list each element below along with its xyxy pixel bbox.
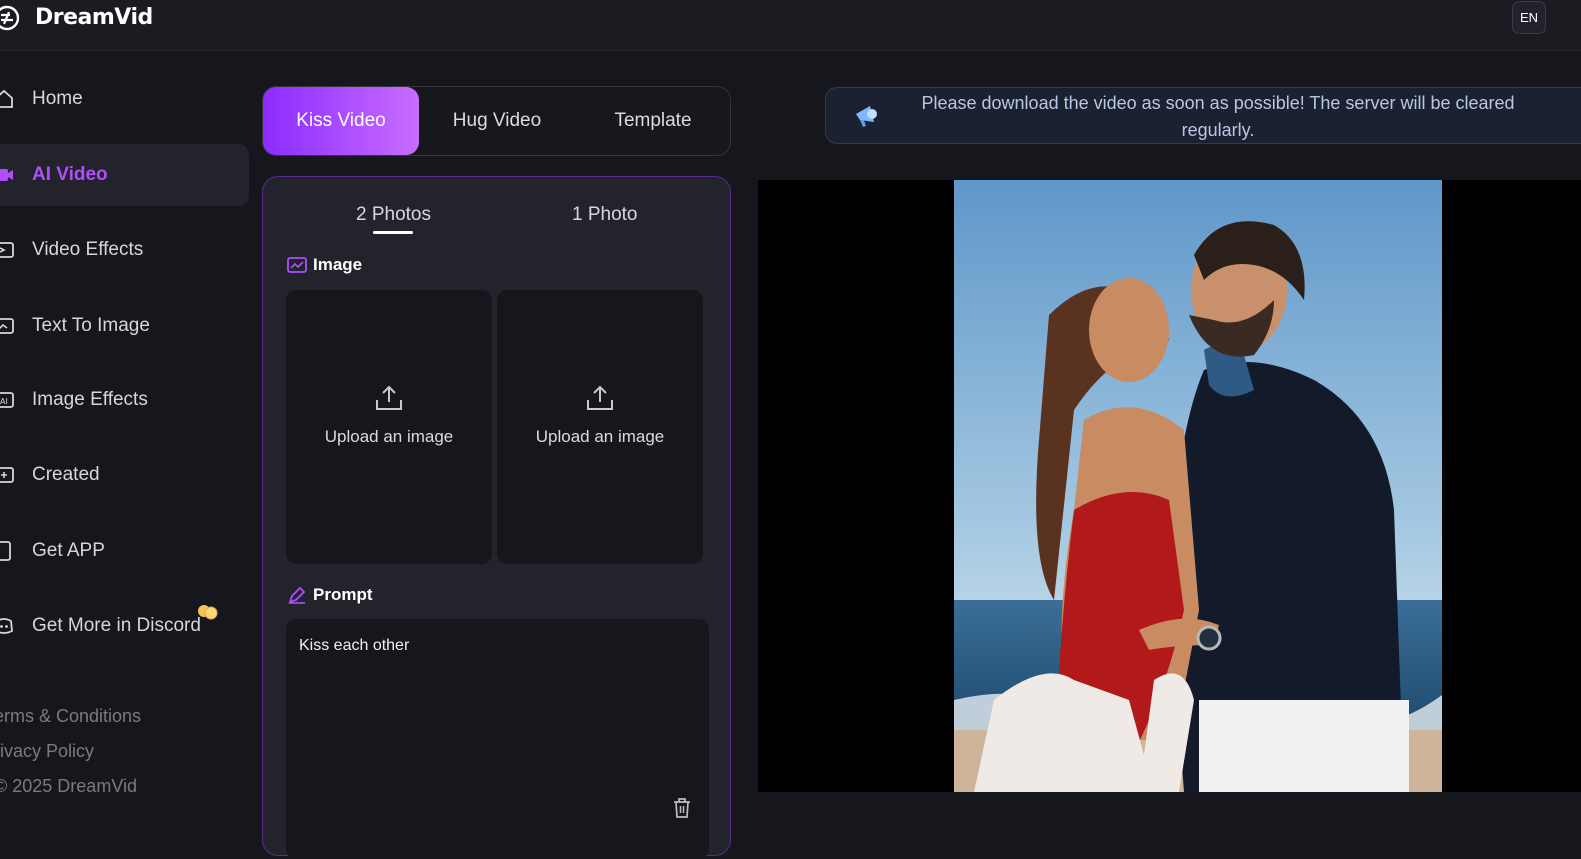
trash-icon[interactable] (672, 797, 692, 819)
sidebar-item-video-effects[interactable]: Video Effects (0, 219, 249, 281)
app-name[interactable]: DreamVid (35, 5, 153, 30)
notice-text: Please download the video as soon as pos… (921, 93, 1515, 140)
sidebar: Home AI Video Video Effects Text To Imag… (0, 51, 250, 834)
download-notice: Please download the video as soon as pos… (825, 87, 1581, 144)
sidebar-item-image-effects[interactable]: AI Image Effects (0, 369, 249, 431)
copyright-text: © 2025 DreamVid (0, 776, 138, 796)
sidebar-item-ai-video[interactable]: AI Video (0, 144, 249, 206)
video-preview[interactable] (758, 180, 1581, 792)
discord-icon (0, 618, 13, 634)
prompt-textarea[interactable]: Kiss each other (286, 619, 709, 859)
sidebar-item-discord[interactable]: Get More in Discord (0, 595, 249, 657)
upload-image-1[interactable]: Upload an image (286, 290, 492, 564)
upload-label: Upload an image (324, 427, 454, 446)
phone-icon (0, 541, 11, 561)
tab-2-photos[interactable]: 2 Photos (356, 204, 431, 226)
coin-badge-icon (198, 605, 218, 620)
home-icon (0, 89, 13, 108)
image-effects-icon: AI (0, 392, 14, 408)
svg-text:AI: AI (0, 397, 8, 406)
tab-1-photo[interactable]: 1 Photo (572, 204, 638, 226)
upload-label: Upload an image (535, 427, 665, 446)
created-icon (0, 467, 14, 483)
sidebar-item-text-to-image[interactable]: Text To Image (0, 295, 249, 357)
sidebar-item-get-app[interactable]: Get APP (0, 520, 249, 582)
image-icon (287, 257, 307, 273)
upload-icon (376, 385, 402, 410)
sidebar-item-label: Text To Image (32, 315, 150, 336)
tab-kiss-video[interactable]: Kiss Video (263, 87, 419, 155)
sidebar-item-label: Get More in Discord (32, 615, 201, 636)
privacy-link[interactable]: rivacy Policy (0, 741, 94, 762)
language-button[interactable]: EN (1512, 1, 1546, 34)
active-tab-indicator (373, 231, 413, 234)
prompt-value: Kiss each other (299, 637, 410, 654)
text-to-image-icon (0, 318, 14, 334)
pen-icon (288, 586, 306, 604)
video-effects-icon (0, 242, 14, 258)
terms-link[interactable]: erms & Conditions (0, 706, 141, 727)
sidebar-item-label: Get APP (32, 540, 105, 561)
dreamvid-logo-icon[interactable] (0, 3, 22, 33)
generation-panel: 2 Photos 1 Photo Image Upload an image U… (262, 176, 731, 859)
tab-template[interactable]: Template (575, 87, 731, 155)
sidebar-item-created[interactable]: Created (0, 444, 249, 506)
video-icon (0, 169, 13, 181)
sidebar-item-label: Video Effects (32, 239, 144, 260)
upload-icon (587, 385, 613, 410)
image-section-label: Image (313, 255, 363, 274)
upload-image-2[interactable]: Upload an image (497, 290, 703, 564)
sidebar-item-label: Created (32, 464, 100, 485)
sidebar-item-label: AI Video (32, 164, 108, 185)
prompt-section-title: Prompt (287, 585, 373, 605)
prompt-section-label: Prompt (313, 585, 373, 604)
tab-hug-video[interactable]: Hug Video (419, 87, 575, 155)
top-bar: DreamVid EN (0, 0, 1581, 51)
image-section-title: Image (287, 255, 362, 275)
preview-photo (954, 180, 1442, 792)
mode-tabs: Kiss Video Hug Video Template (262, 86, 731, 156)
sidebar-item-label: Image Effects (32, 389, 148, 410)
sidebar-item-home[interactable]: Home (0, 68, 249, 130)
megaphone-icon (856, 106, 877, 127)
sidebar-item-label: Home (32, 88, 83, 109)
